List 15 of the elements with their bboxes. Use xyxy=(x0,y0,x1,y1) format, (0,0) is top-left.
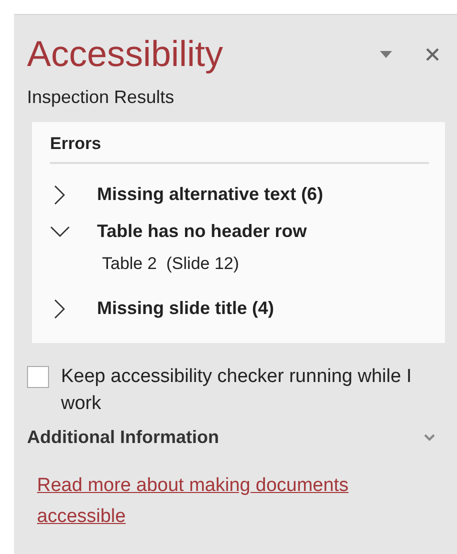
dropdown-icon xyxy=(380,50,392,58)
errors-heading: Errors xyxy=(50,134,102,154)
error-item[interactable]: Table has no header row xyxy=(50,215,429,248)
checkbox[interactable] xyxy=(27,366,49,388)
error-item[interactable]: Missing alternative text (6) xyxy=(50,178,429,211)
close-icon xyxy=(426,48,439,60)
section-label: Inspection Results xyxy=(27,87,176,108)
error-item[interactable]: Missing slide title (4) xyxy=(50,292,429,325)
chevron-down-icon xyxy=(424,434,435,442)
checkbox-label: Keep accessibility checker running while I work xyxy=(61,365,413,416)
help-link[interactable]: Read more about making documents accessible xyxy=(37,470,397,532)
additional-info-header[interactable]: Additional Information xyxy=(27,427,445,448)
error-location[interactable]: Table 2 (Slide 12) xyxy=(50,252,429,288)
pane-title: Accessibility xyxy=(27,33,224,75)
chevron-down-icon xyxy=(50,226,70,238)
